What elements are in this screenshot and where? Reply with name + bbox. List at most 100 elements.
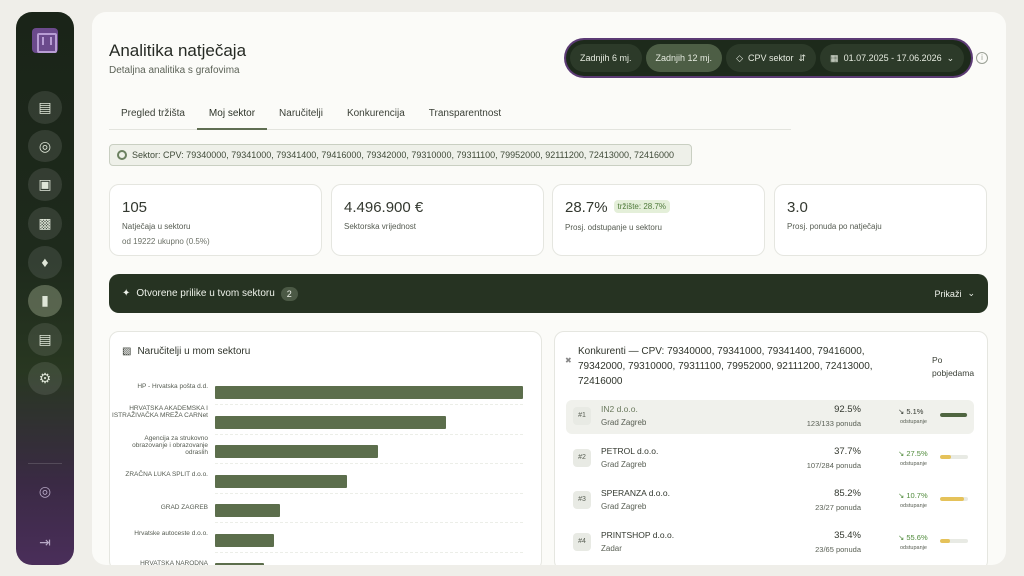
period-6-button[interactable]: Zadnjih 6 mj. [570,44,642,72]
logout-icon[interactable]: ⇥ [28,526,62,559]
competitor-name: PRINTSHOP d.o.o. [601,530,675,540]
sparkle-icon: ✦ [122,288,131,299]
filter-toolbar: Zadnjih 6 mj. Zadnjih 12 mj. ◇ CPV sekto… [566,40,971,76]
bar-label: HP - Hrvatska pošta d.d. [137,382,208,390]
bar[interactable] [215,386,523,399]
competitors-panel: ✖ Konkurenti — CPV: 79340000, 79341000, … [554,331,988,565]
bar[interactable] [215,533,274,547]
rank-badge: #2 [573,449,591,467]
date-range-label: 01.07.2025 - 17.06.2026 [843,53,942,63]
buyers-panel-title: Naručitelji u mom sektoru [137,346,251,357]
bar[interactable] [215,474,348,488]
tab-competition[interactable]: Konkurencija [335,107,417,130]
sector-filter-chip[interactable]: Sektor: CPV: 79340000, 79341000, 7934140… [109,144,692,166]
win-rate-bar [940,497,968,501]
buyers-panel-header: ▧ Naručitelji u mom sektoru [122,346,250,357]
banner-title: Otvorene prilike u tvom sektoru [136,288,275,299]
clipboard-icon[interactable]: ▩ [28,207,62,240]
bar-label: HRVATSKA AKADEMSKA I ISTRAŽIVAČKA MREŽA … [112,405,208,419]
competitor-city: Grad Zagreb [601,502,647,511]
competitor-row[interactable]: #3 SPERANZA d.o.o. Grad Zagreb 85.2% 23/27 p… [566,484,974,518]
show-button[interactable]: Prikaži ⌄ [934,288,975,299]
cpv-sector-label: CPV sektor [747,53,794,63]
grid-line [215,551,523,553]
tab-bar: Pregled tržišta Moj sektor Naručitelji K… [109,107,791,130]
trend-value: ↘ 5.1% [898,407,924,416]
bar[interactable] [215,504,280,517]
market-badge: tržište: 28.7% [613,200,671,213]
win-rate-fill [940,413,967,417]
stat-sub: od 19222 ukupno (0.5%) [122,237,210,246]
competitors-title: Konkurenti — CPV: 79340000, 79341000, 79… [578,346,873,387]
bar[interactable] [215,415,446,429]
briefcase-icon[interactable]: ▤ [28,323,62,356]
competitor-city: Grad Zagreb [601,418,647,427]
win-rate-bar [940,539,968,543]
chart-icon[interactable]: ▮ [28,284,62,318]
sort-icon: ⇵ [798,52,807,63]
win-rate-fill [940,539,950,543]
main-content: Analitika natječaja Detaljna analitika s… [92,12,1006,565]
competitor-row[interactable]: #1 IN2 d.o.o. Grad Zagreb 92.5% 123/133 ponu… [566,400,974,434]
deviation-label: odstupanje [900,503,927,509]
bar[interactable] [215,563,265,565]
period-12-button[interactable]: Zadnjih 12 mj. [645,44,723,72]
building-icon: ▧ [122,346,132,357]
stat-label: Prosj. odstupanje u sektoru [565,223,662,232]
competitor-name: IN2 d.o.o. [601,404,638,414]
competitor-row[interactable]: #2 PETROL d.o.o. Grad Zagreb 37.7% 107/284 p… [566,442,974,476]
bar-label: Hrvatske autoceste d.o.o. [134,530,208,537]
support-icon[interactable]: ◎ [28,476,62,509]
tab-my-sector[interactable]: Moj sektor [196,107,268,130]
stat-value: 3.0 [787,199,808,216]
gear-icon[interactable]: ⚙ [28,361,62,395]
competitor-city: Zadar [601,544,622,553]
opportunities-banner[interactable]: ✦ Otvorene prilike u tvom sektoru 2 Prik… [109,274,988,313]
stat-value: 4.496.900 € [344,199,424,216]
stat-value: 105 [122,199,148,216]
stat-card-bids: 3.0 Prosj. ponuda po natječaju [774,184,987,256]
grid-line [215,404,523,405]
bar-row: Hrvatske autoceste d.o.o. [110,528,530,553]
bar-row: HP - Hrvatska pošta d.d. [110,380,530,405]
buyers-panel: ▧ Naručitelji u mom sektoru HP - Hrvatsk… [109,331,542,565]
trend-value: ↘ 27.5% [898,449,928,458]
rank-badge: #3 [573,491,591,509]
bar[interactable] [215,445,379,458]
competitor-city: Grad Zagreb [601,460,647,469]
competitor-row[interactable]: #4 PRINTSHOP d.o.o. Zadar 35.4% 23/65 ponuda… [566,526,974,560]
lifebuoy-icon[interactable]: ◎ [28,129,62,163]
info-icon[interactable]: i [976,52,988,64]
calendar-icon: ▦ [830,52,839,63]
cpv-sector-select[interactable]: ◇ CPV sektor ⇵ [726,44,817,72]
page-title: Analitika natječaja [109,41,247,60]
deviation-label: odstupanje [900,461,927,467]
stat-card-value: 4.496.900 € Sektorska vrijednost [331,184,544,256]
stat-label: Sektorska vrijednost [344,222,417,231]
tab-buyers[interactable]: Naručitelji [267,107,335,130]
tab-transparency[interactable]: Transparentnost [417,107,513,130]
win-rate: 35.4% [834,530,861,541]
stat-card-tenders: 105 Natječaja u sektoru od 19222 ukupno … [109,184,322,256]
bell-icon[interactable]: ♦ [28,245,62,279]
app-logo[interactable] [32,28,58,54]
briefcase-icon[interactable]: ▤ [28,91,62,124]
grid-line [215,433,523,435]
stat-label: Prosj. ponuda po natječaju [787,222,882,231]
win-rate-fill [940,497,964,501]
win-rate: 85.2% [834,488,861,499]
competitor-name: PETROL d.o.o. [601,446,659,456]
win-rate: 92.5% [834,404,861,415]
bar-row: HRVATSKA AKADEMSKA I ISTRAŽIVAČKA MREŽA … [110,405,530,435]
bar-row: HRVATSKA NARODNA [110,557,530,565]
bar-row: GRAD ZAGREB [110,498,530,523]
collapse-icon[interactable]: ✖ [565,356,572,365]
document-icon[interactable]: ▣ [28,168,62,202]
show-label: Prikaži [934,288,962,299]
date-range-picker[interactable]: ▦ 01.07.2025 - 17.06.2026 ⌄ [820,44,965,72]
bar-label: GRAD ZAGREB [160,504,208,511]
bid-count: 23/65 ponuda [815,545,861,554]
tab-market-overview[interactable]: Pregled tržišta [109,107,197,130]
grid-line [215,492,523,494]
sort-by-wins[interactable]: Po pobjedama [932,354,984,380]
